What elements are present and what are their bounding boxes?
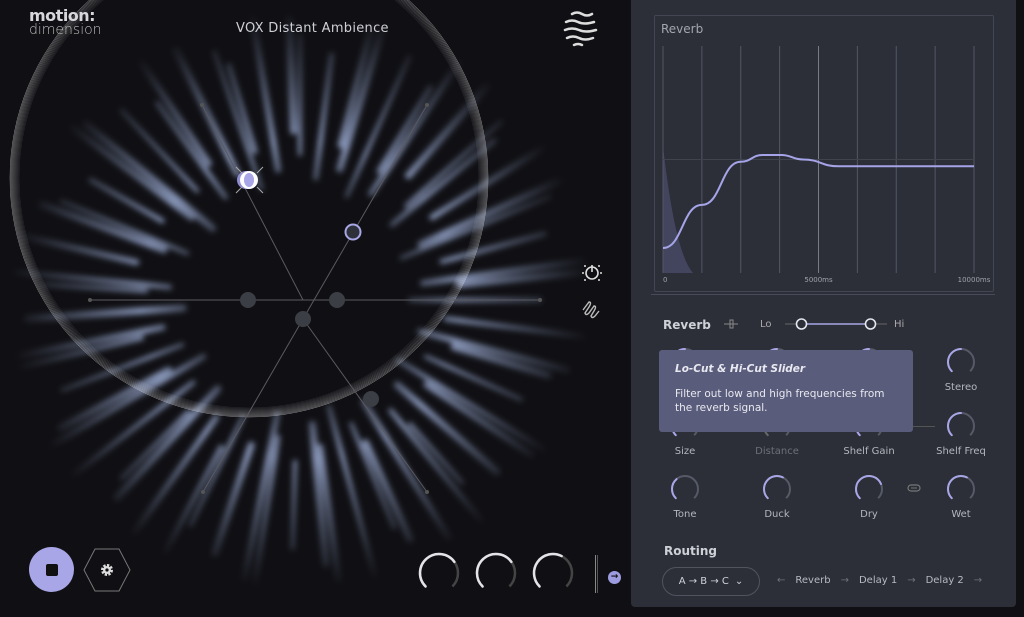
ray bbox=[119, 108, 200, 193]
squiggle-icon[interactable] bbox=[580, 298, 602, 320]
preset-name[interactable]: VOX Distant Ambience bbox=[236, 21, 389, 36]
divider bbox=[595, 555, 598, 593]
knob-label: Stereo bbox=[944, 382, 978, 393]
ray bbox=[290, 459, 298, 550]
knob-label: Distance bbox=[755, 446, 799, 457]
x-tick-label: 5000ms bbox=[804, 276, 833, 284]
stop-button[interactable] bbox=[29, 547, 74, 592]
knob-label: Wet bbox=[951, 509, 971, 520]
filter-toggle-icon[interactable] bbox=[724, 318, 738, 330]
knob-label: Duck bbox=[764, 509, 790, 520]
node-dot[interactable] bbox=[240, 292, 256, 308]
ray bbox=[59, 199, 190, 256]
hi-label: Hi bbox=[894, 319, 905, 330]
chain-item[interactable]: Reverb bbox=[795, 575, 830, 586]
knob-dial[interactable] bbox=[853, 473, 885, 503]
knob-dial[interactable] bbox=[669, 473, 701, 503]
knob-shelf-freq[interactable]: Shelf Freq bbox=[931, 410, 991, 457]
reverb-graph: 0 5000ms 10000ms Reverb bbox=[654, 15, 994, 292]
ray bbox=[0, 267, 173, 290]
routing-dropdown[interactable]: A → B → C ⌄ bbox=[662, 567, 760, 596]
chain-item[interactable]: Delay 1 bbox=[859, 575, 897, 586]
knob-label: Shelf Gain bbox=[843, 446, 895, 457]
knob-label: Dry bbox=[860, 509, 878, 520]
macro-knob[interactable] bbox=[473, 550, 519, 596]
lo-label: Lo bbox=[760, 319, 772, 330]
ray bbox=[362, 439, 414, 543]
ray bbox=[313, 52, 335, 181]
chain-item[interactable]: Delay 2 bbox=[926, 575, 964, 586]
routing-chain: ← Reverb → Delay 1 → Delay 2 → bbox=[777, 575, 982, 586]
ray bbox=[57, 366, 173, 432]
knob-dial[interactable] bbox=[761, 473, 793, 503]
macro-knob[interactable] bbox=[530, 550, 576, 596]
gear-icon bbox=[101, 564, 113, 576]
ray bbox=[439, 231, 547, 265]
chart-title: Reverb bbox=[661, 22, 704, 36]
knob-label: Size bbox=[674, 446, 696, 457]
arrow-right-icon: → bbox=[840, 575, 849, 586]
arrow-right-icon: → bbox=[907, 575, 916, 586]
divider bbox=[651, 294, 995, 295]
knob-wet[interactable]: Wet bbox=[931, 473, 991, 520]
ray bbox=[404, 81, 491, 180]
power-timer-icon[interactable] bbox=[580, 262, 604, 284]
lo-hi-cut-slider[interactable] bbox=[781, 316, 891, 332]
knob-tone[interactable]: Tone bbox=[655, 473, 715, 520]
ray bbox=[443, 316, 594, 340]
divider bbox=[913, 426, 935, 427]
reverb-chart: 0 5000ms 10000ms bbox=[662, 46, 991, 284]
ray bbox=[154, 444, 224, 570]
knob-label: Tone bbox=[673, 509, 697, 520]
node-dot[interactable] bbox=[295, 311, 311, 327]
arrow-right-icon[interactable]: → bbox=[608, 571, 621, 584]
impulse-fill bbox=[663, 146, 693, 273]
reverb-panel: 0 5000ms 10000ms Reverb Reverb Lo Hi Stere… bbox=[631, 0, 1016, 607]
knob-stereo[interactable]: Stereo bbox=[931, 346, 991, 393]
x-tick-label: 0 bbox=[663, 276, 667, 284]
knob-duck[interactable]: Duck bbox=[747, 473, 807, 520]
link-icon[interactable] bbox=[907, 483, 921, 493]
knob-dial[interactable] bbox=[945, 346, 977, 376]
knob-dry[interactable]: Dry bbox=[839, 473, 899, 520]
knob-dial[interactable] bbox=[945, 410, 977, 440]
routing-label: Routing bbox=[664, 544, 718, 558]
tooltip: Lo-Cut & Hi-Cut Slider Filter out low an… bbox=[659, 350, 913, 432]
ray bbox=[188, 414, 246, 527]
x-tick-label: 10000ms bbox=[958, 276, 991, 284]
node-dot[interactable] bbox=[363, 391, 379, 407]
settings-button[interactable] bbox=[83, 548, 131, 592]
reverb-label: Reverb bbox=[663, 318, 711, 332]
ray bbox=[336, 25, 386, 173]
arrow-left-icon: ← bbox=[777, 575, 786, 586]
waves-icon[interactable] bbox=[562, 8, 602, 48]
spatial-visualizer[interactable] bbox=[0, 0, 630, 617]
macro-knob[interactable] bbox=[416, 550, 462, 596]
knob-label: Shelf Freq bbox=[936, 446, 986, 457]
ray bbox=[132, 50, 212, 167]
chevron-down-icon: ⌄ bbox=[734, 576, 744, 587]
node-handle[interactable] bbox=[344, 223, 362, 241]
stop-icon bbox=[45, 563, 58, 576]
logo: motion: dimension bbox=[29, 6, 102, 38]
slider-thumb[interactable] bbox=[795, 318, 808, 330]
slider-thumb[interactable] bbox=[864, 318, 877, 330]
knob-dial[interactable] bbox=[945, 473, 977, 503]
node-dot[interactable] bbox=[329, 292, 345, 308]
arrow-right-icon: → bbox=[973, 575, 983, 586]
ray bbox=[24, 304, 187, 323]
